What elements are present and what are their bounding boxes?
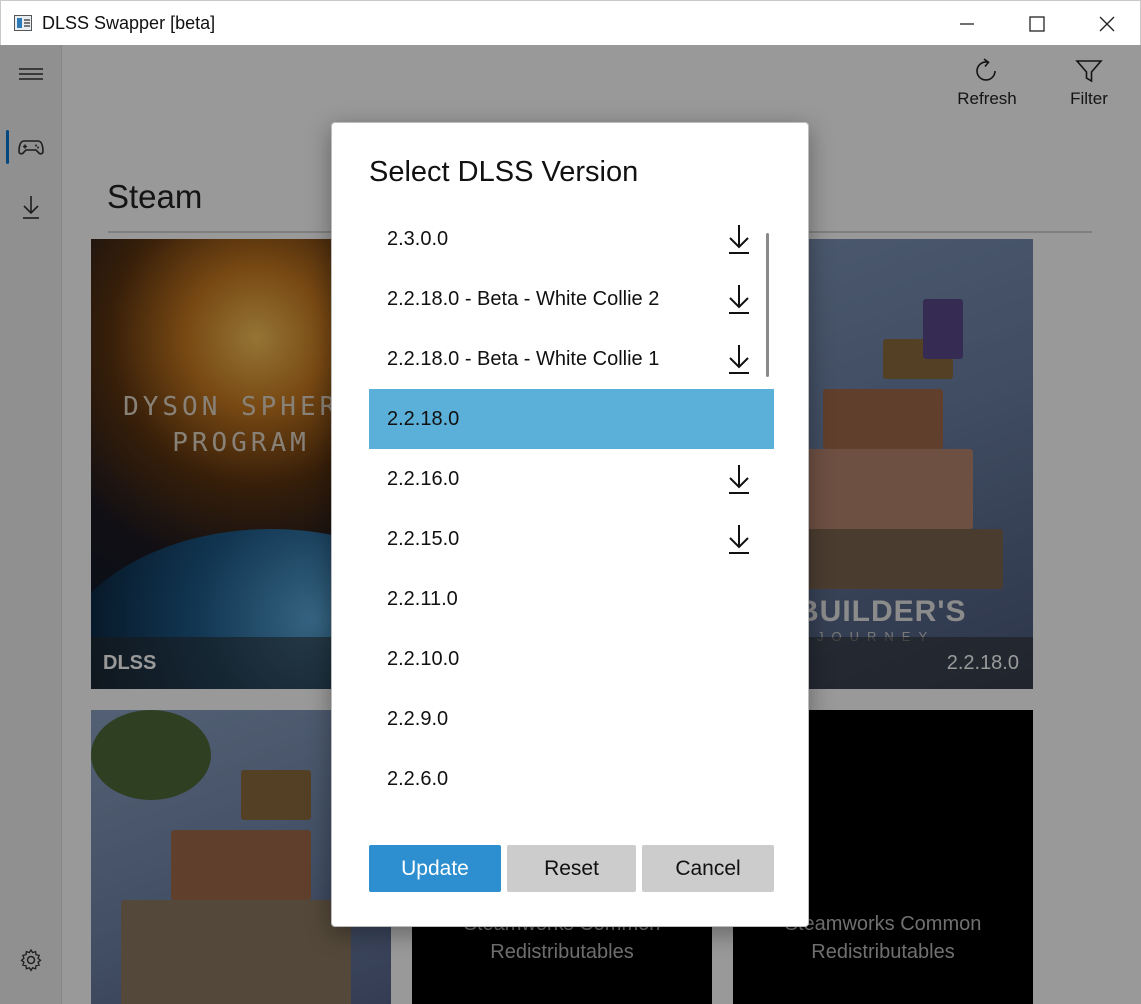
list-scrollbar[interactable] xyxy=(766,233,769,377)
title-bar: DLSS Swapper [beta] xyxy=(0,0,1141,45)
reset-button[interactable]: Reset xyxy=(507,845,636,892)
version-label: 2.2.11.0 xyxy=(387,587,458,610)
close-icon xyxy=(1099,16,1115,31)
window-title: DLSS Swapper [beta] xyxy=(42,13,216,33)
version-label: 2.3.0.0 xyxy=(387,227,449,250)
version-label: 2.2.18.0 - Beta - White Collie 1 xyxy=(387,347,660,370)
download-icon[interactable] xyxy=(726,523,752,555)
version-row[interactable]: 2.2.10.0 xyxy=(369,629,774,689)
download-icon[interactable] xyxy=(726,283,752,315)
download-icon[interactable] xyxy=(726,343,752,375)
download-icon[interactable] xyxy=(726,463,752,495)
version-label: 2.2.15.0 xyxy=(387,527,460,550)
app-icon xyxy=(14,15,32,31)
version-row[interactable]: 2.3.0.0 xyxy=(369,209,774,269)
version-row[interactable]: 2.2.16.0 xyxy=(369,449,774,509)
maximize-button[interactable] xyxy=(1002,1,1072,46)
version-row[interactable]: 2.2.9.0 xyxy=(369,689,774,749)
version-label: 2.2.16.0 xyxy=(387,467,460,490)
select-version-dialog: Select DLSS Version 2.3.0.0 2.2.18.0 - Be… xyxy=(331,122,809,927)
download-icon[interactable] xyxy=(726,223,752,255)
version-list[interactable]: 2.3.0.0 2.2.18.0 - Beta - White Collie 2 2… xyxy=(369,209,774,829)
version-row[interactable]: 2.2.11.0 xyxy=(369,569,774,629)
version-row[interactable]: 2.2.18.0 - Beta - White Collie 2 xyxy=(369,269,774,329)
cancel-button[interactable]: Cancel xyxy=(642,845,774,892)
version-label: 2.2.18.0 - Beta - White Collie 2 xyxy=(387,287,660,310)
version-row[interactable]: 2.2.15.0 xyxy=(369,509,774,569)
version-label: 2.2.9.0 xyxy=(387,707,449,730)
version-row[interactable]: 2.2.6.0 xyxy=(369,749,774,809)
close-window-button[interactable] xyxy=(1072,1,1141,46)
update-button[interactable]: Update xyxy=(369,845,501,892)
dialog-title: Select DLSS Version xyxy=(369,156,639,188)
maximize-icon xyxy=(1029,15,1045,32)
version-label: 2.2.6.0 xyxy=(387,767,449,790)
version-label: 2.2.18.0 xyxy=(387,407,460,430)
version-row[interactable]: 2.2.18.0 xyxy=(369,389,774,449)
minimize-button[interactable] xyxy=(932,1,1002,46)
version-row[interactable]: 2.2.18.0 - Beta - White Collie 1 xyxy=(369,329,774,389)
version-label: 2.2.10.0 xyxy=(387,647,460,670)
minimize-icon xyxy=(960,22,974,25)
